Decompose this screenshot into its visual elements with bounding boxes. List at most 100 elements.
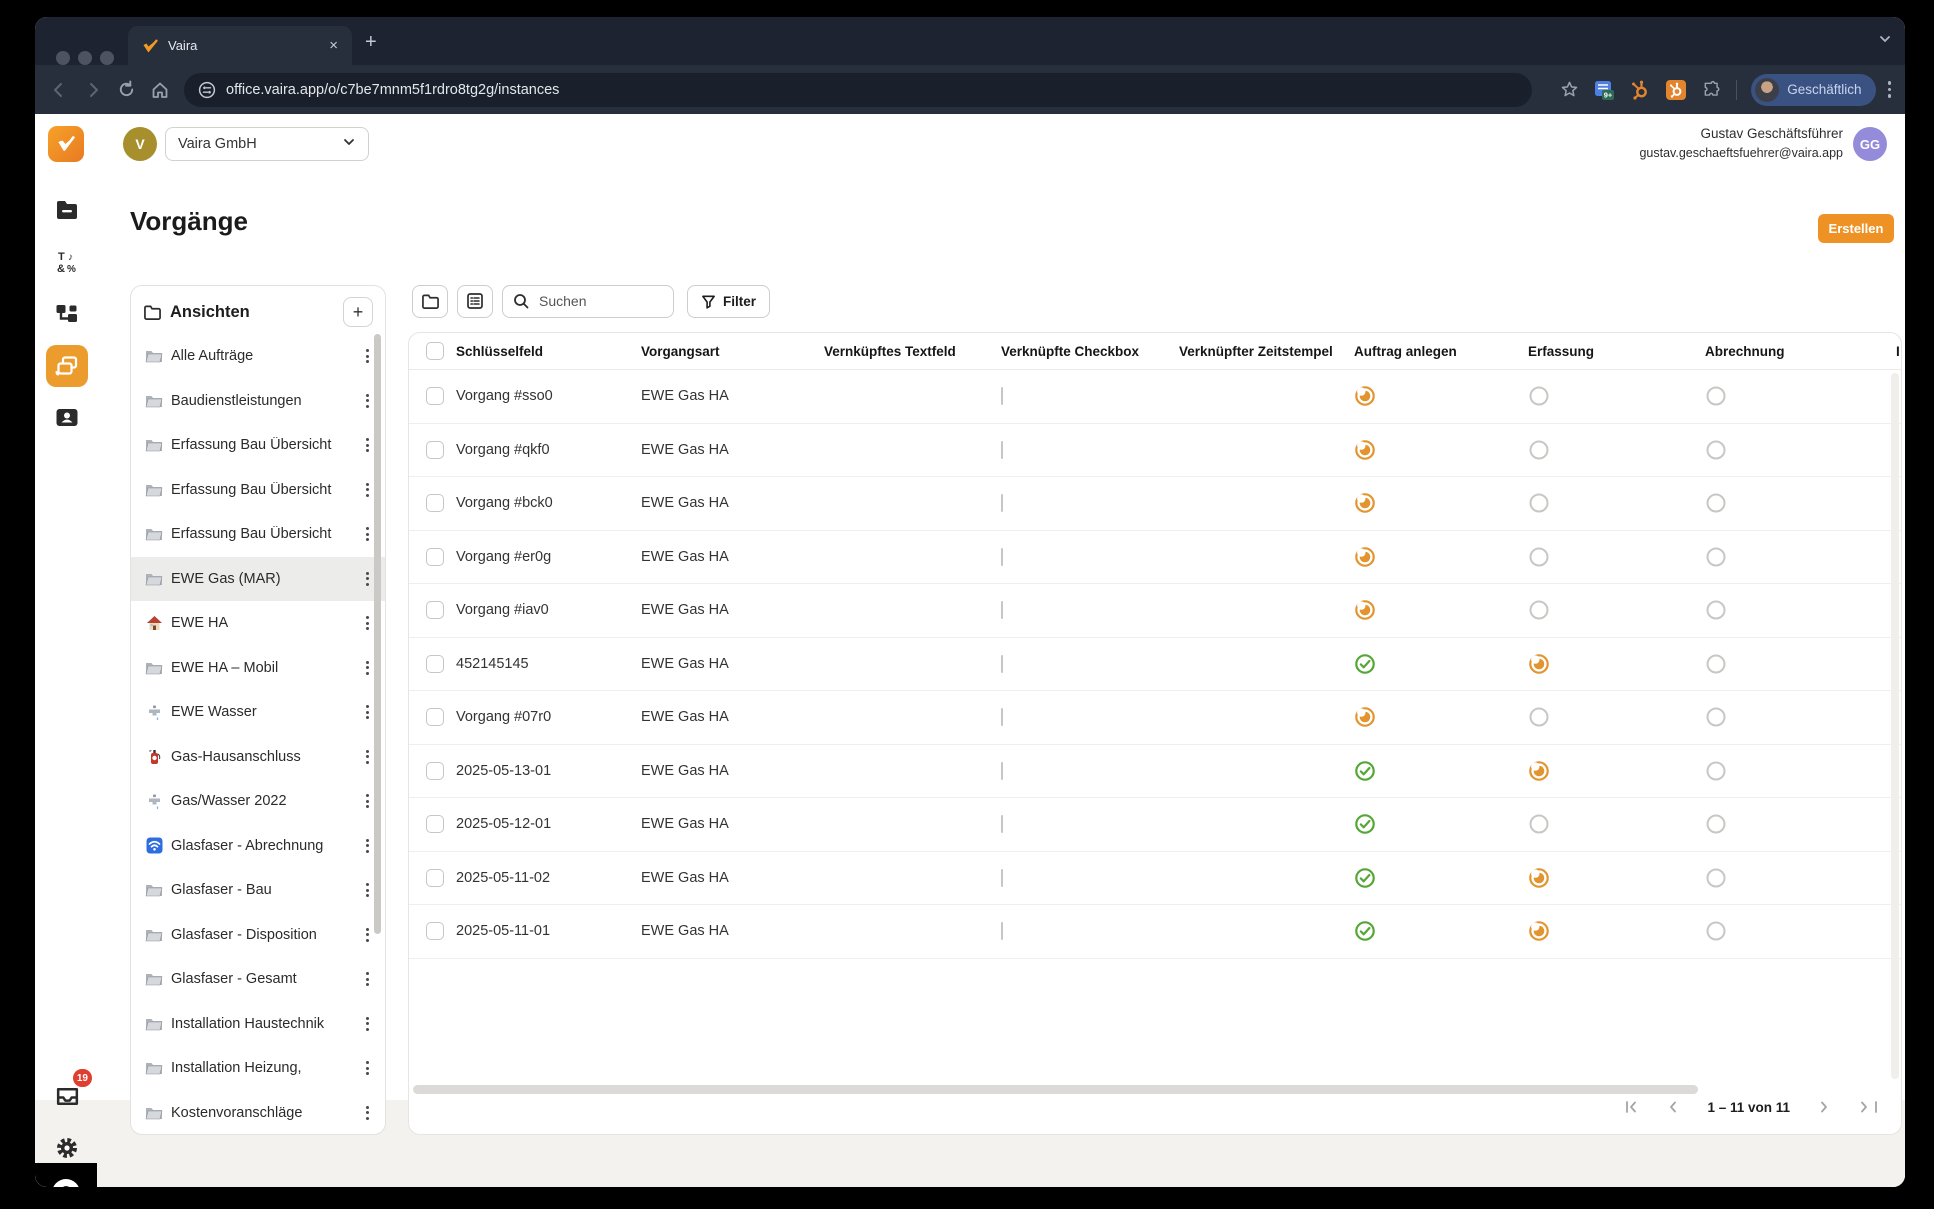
row-checkbox[interactable]: [426, 708, 444, 726]
user-avatar[interactable]: GG: [1853, 127, 1887, 161]
view-item-menu-icon[interactable]: [360, 479, 375, 501]
row-checkbox[interactable]: [426, 441, 444, 459]
view-list-item[interactable]: Glasfaser - Gesamt: [131, 957, 385, 1002]
view-item-menu-icon[interactable]: [360, 790, 375, 812]
view-list-item[interactable]: Erfassung Bau Übersicht: [131, 468, 385, 513]
row-checkbox[interactable]: [426, 815, 444, 833]
table-row[interactable]: Vorgang #07r0 EWE Gas HA: [409, 691, 1901, 745]
view-list-item[interactable]: Glasfaser - Disposition: [131, 913, 385, 958]
view-list-item[interactable]: EWE Wasser: [131, 690, 385, 735]
table-vertical-scrollbar[interactable]: [1891, 373, 1899, 1079]
view-list-item[interactable]: EWE HA: [131, 601, 385, 646]
select-all-checkbox[interactable]: [426, 342, 444, 360]
view-item-menu-icon[interactable]: [360, 1057, 375, 1079]
hubspot-square-extension-icon[interactable]: [1665, 79, 1687, 101]
tab-search-chevron-icon[interactable]: [1877, 31, 1893, 52]
browser-menu-icon[interactable]: [1888, 81, 1892, 98]
table-row[interactable]: Vorgang #qkf0 EWE Gas HA: [409, 424, 1901, 478]
linked-checkbox[interactable]: [1001, 815, 1003, 833]
linked-checkbox[interactable]: [1001, 922, 1003, 940]
create-button[interactable]: Erstellen: [1818, 214, 1894, 243]
row-checkbox[interactable]: [426, 869, 444, 887]
table-row[interactable]: Vorgang #sso0 EWE Gas HA: [409, 370, 1901, 424]
linked-checkbox[interactable]: [1001, 708, 1003, 726]
view-list-item[interactable]: Installation Haustechnik: [131, 1002, 385, 1047]
view-item-menu-icon[interactable]: [360, 1013, 375, 1035]
view-list-item[interactable]: EWE HA – Mobil: [131, 646, 385, 691]
home-button[interactable]: [150, 80, 170, 100]
window-minimize-button[interactable]: [78, 51, 92, 65]
forward-button[interactable]: [83, 80, 103, 100]
linked-checkbox[interactable]: [1001, 655, 1003, 673]
rail-projects-button[interactable]: [46, 189, 88, 231]
url-bar[interactable]: office.vaira.app/o/c7be7mnm5f1rdro8tg2g/…: [184, 73, 1532, 107]
rail-contacts-button[interactable]: [46, 397, 88, 439]
org-avatar[interactable]: V: [123, 127, 157, 161]
table-row[interactable]: 2025-05-13-01 EWE Gas HA: [409, 745, 1901, 799]
view-item-menu-icon[interactable]: [360, 434, 375, 456]
table-row[interactable]: 2025-05-11-02 EWE Gas HA: [409, 852, 1901, 906]
help-button[interactable]: ?: [52, 1179, 80, 1187]
reload-button[interactable]: [117, 80, 136, 99]
linked-checkbox[interactable]: [1001, 441, 1003, 459]
row-checkbox[interactable]: [426, 601, 444, 619]
view-item-menu-icon[interactable]: [360, 657, 375, 679]
table-row[interactable]: Vorgang #iav0 EWE Gas HA: [409, 584, 1901, 638]
filter-button[interactable]: Filter: [687, 285, 770, 318]
view-list-item[interactable]: Glasfaser - Abrechnung: [131, 824, 385, 869]
window-close-button[interactable]: [56, 51, 70, 65]
view-item-menu-icon[interactable]: [360, 345, 375, 367]
linked-checkbox[interactable]: [1001, 762, 1003, 780]
view-item-menu-icon[interactable]: [360, 835, 375, 857]
horizontal-scrollbar[interactable]: [413, 1085, 1698, 1094]
site-settings-icon[interactable]: [198, 81, 216, 99]
hubspot-sprocket-icon[interactable]: [1629, 79, 1651, 101]
view-item-menu-icon[interactable]: [360, 523, 375, 545]
table-row[interactable]: 452145145 EWE Gas HA: [409, 638, 1901, 692]
reading-list-extension-icon[interactable]: 9+: [1593, 79, 1615, 101]
back-button[interactable]: [49, 80, 69, 100]
column-header[interactable]: Erfassung: [1528, 344, 1705, 359]
org-select[interactable]: Vaira GmbH: [165, 127, 369, 161]
linked-checkbox[interactable]: [1001, 869, 1003, 887]
extensions-puzzle-icon[interactable]: [1701, 79, 1722, 100]
rail-fields-button[interactable]: T♪&%: [46, 241, 88, 283]
view-item-menu-icon[interactable]: [360, 968, 375, 990]
row-checkbox[interactable]: [426, 762, 444, 780]
vaira-logo[interactable]: [48, 126, 84, 162]
linked-checkbox[interactable]: [1001, 387, 1003, 405]
views-scrollbar[interactable]: [374, 334, 381, 934]
view-list-item[interactable]: Erfassung Bau Übersicht: [131, 512, 385, 557]
table-row[interactable]: 2025-05-11-01 EWE Gas HA: [409, 905, 1901, 959]
table-row[interactable]: Vorgang #er0g EWE Gas HA: [409, 531, 1901, 585]
add-view-button[interactable]: +: [343, 297, 373, 327]
search-box[interactable]: [502, 285, 674, 318]
view-item-menu-icon[interactable]: [360, 879, 375, 901]
column-header[interactable]: Auftrag anlegen: [1354, 344, 1528, 359]
view-item-menu-icon[interactable]: [360, 568, 375, 590]
view-item-menu-icon[interactable]: [360, 390, 375, 412]
view-item-menu-icon[interactable]: [360, 701, 375, 723]
column-header[interactable]: Schlüsselfeld: [456, 344, 641, 359]
linked-checkbox[interactable]: [1001, 494, 1003, 512]
rail-inbox-button[interactable]: 19: [46, 1075, 88, 1117]
column-header[interactable]: Vernküpftes Textfeld: [824, 344, 1001, 359]
row-checkbox[interactable]: [426, 548, 444, 566]
view-list-item[interactable]: Baudienstleistungen: [131, 379, 385, 424]
search-input[interactable]: [537, 292, 657, 310]
browser-tab[interactable]: Vaira ×: [128, 26, 352, 65]
view-list-item[interactable]: Gas/Wasser 2022: [131, 779, 385, 824]
view-item-menu-icon[interactable]: [360, 612, 375, 634]
column-header[interactable]: Verknüpfter Zeitstempel: [1179, 344, 1354, 359]
view-list-item[interactable]: Erfassung Bau Übersicht: [131, 423, 385, 468]
tab-close-icon[interactable]: ×: [325, 36, 342, 55]
column-header[interactable]: Vorgangsart: [641, 344, 824, 359]
bookmark-star-icon[interactable]: [1560, 80, 1579, 99]
view-list-item[interactable]: Gas-Hausanschluss: [131, 735, 385, 780]
rail-instances-button[interactable]: [46, 345, 88, 387]
row-checkbox[interactable]: [426, 922, 444, 940]
row-checkbox[interactable]: [426, 387, 444, 405]
column-header[interactable]: Abrechnung: [1705, 344, 1896, 359]
rail-workflows-button[interactable]: [46, 293, 88, 335]
first-page-button[interactable]: [1623, 1099, 1639, 1115]
